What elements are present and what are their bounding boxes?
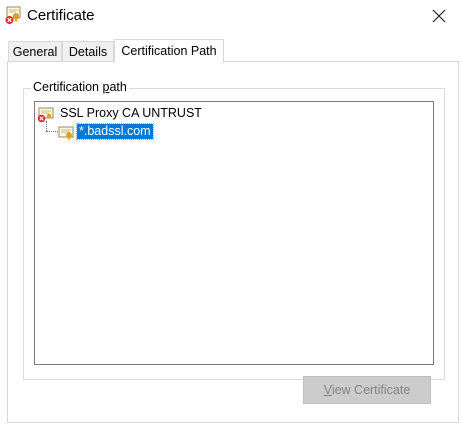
certificate-icon xyxy=(57,124,75,141)
title-bar: Certificate xyxy=(0,0,462,32)
window-title: Certificate xyxy=(27,7,95,24)
tab-general[interactable]: General xyxy=(8,41,62,61)
tab-panel: Certification path SSL Proxy CA UNTRUST xyxy=(7,61,459,423)
tab-certification-path[interactable]: Certification Path xyxy=(114,39,224,63)
tree-node-label: SSL Proxy CA UNTRUST xyxy=(60,106,202,120)
certification-path-group-label: Certification path xyxy=(31,80,129,94)
close-icon xyxy=(432,9,446,23)
certification-path-group: Certification path SSL Proxy CA UNTRUST xyxy=(23,80,445,380)
certificate-error-icon xyxy=(5,6,22,25)
certificate-error-icon xyxy=(37,106,55,123)
tree-node-label: *.badssl.com xyxy=(76,123,154,140)
certification-path-tree[interactable]: SSL Proxy CA UNTRUST *.badssl.com xyxy=(34,101,434,365)
tab-details[interactable]: Details xyxy=(62,41,114,61)
tab-strip: General Details Certification Path xyxy=(0,32,462,63)
close-button[interactable] xyxy=(416,0,462,32)
view-certificate-button[interactable]: View Certificate xyxy=(303,376,431,404)
